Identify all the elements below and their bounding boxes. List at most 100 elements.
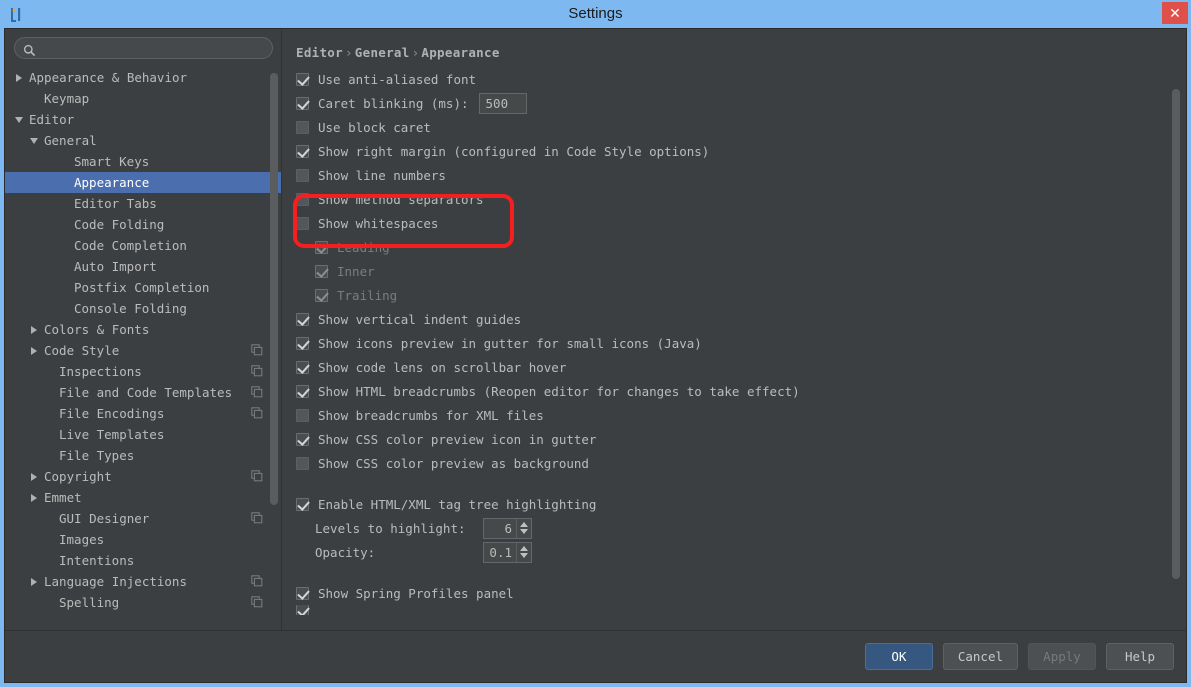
sidebar-item-images[interactable]: Images: [5, 529, 281, 550]
spinner-buttons[interactable]: [516, 519, 531, 538]
option-row-show-right-margin-configured-in-code-style-options[interactable]: Show right margin (configured in Code St…: [282, 139, 1186, 163]
sidebar-item-live-templates[interactable]: Live Templates: [5, 424, 281, 445]
cancel-button[interactable]: Cancel: [943, 643, 1018, 670]
option-row-leading[interactable]: Leading: [282, 235, 1186, 259]
option-row-inner[interactable]: Inner: [282, 259, 1186, 283]
sidebar-item-editor[interactable]: Editor: [5, 109, 281, 130]
option-row-show-html-breadcrumbs-reopen-editor-for-changes-to-take-effect[interactable]: Show HTML breadcrumbs (Reopen editor for…: [282, 379, 1186, 403]
sidebar-item-copyright[interactable]: Copyright: [5, 466, 281, 487]
checkbox[interactable]: [296, 409, 309, 422]
sidebar-item-file-encodings[interactable]: File Encodings: [5, 403, 281, 424]
sidebar-item-postfix-completion[interactable]: Postfix Completion: [5, 277, 281, 298]
content-scrollbar[interactable]: [1171, 79, 1181, 622]
option-row-use-block-caret[interactable]: Use block caret: [282, 115, 1186, 139]
spinner-up-icon[interactable]: [520, 522, 528, 527]
chevron-right-icon[interactable]: [29, 345, 41, 357]
option-row-clipped[interactable]: [282, 605, 1186, 615]
ok-button[interactable]: OK: [865, 643, 933, 670]
option-row-show-spring-profiles-panel[interactable]: Show Spring Profiles panel: [282, 581, 1186, 605]
spinner-levels-to-highlight[interactable]: 6: [483, 518, 532, 539]
sidebar-item-file-and-code-templates[interactable]: File and Code Templates: [5, 382, 281, 403]
spinner-buttons[interactable]: [516, 543, 531, 562]
copy-settings-icon[interactable]: [251, 365, 263, 377]
checkbox[interactable]: [296, 193, 309, 206]
copy-settings-icon[interactable]: [251, 575, 263, 587]
spinner-up-icon[interactable]: [520, 546, 528, 551]
checkbox[interactable]: [296, 587, 309, 600]
sidebar-item-code-style[interactable]: Code Style: [5, 340, 281, 361]
checkbox[interactable]: [296, 73, 309, 86]
sidebar-item-auto-import[interactable]: Auto Import: [5, 256, 281, 277]
close-icon[interactable]: ✕: [1162, 2, 1188, 24]
option-row-show-code-lens-on-scrollbar-hover[interactable]: Show code lens on scrollbar hover: [282, 355, 1186, 379]
copy-settings-icon[interactable]: [251, 407, 263, 419]
checkbox[interactable]: [296, 121, 309, 134]
option-row-caret-blinking-ms[interactable]: Caret blinking (ms):: [282, 91, 1186, 115]
option-row-show-method-separators[interactable]: Show method separators: [282, 187, 1186, 211]
search-box[interactable]: [14, 37, 273, 59]
spinner-value[interactable]: 0.1: [484, 543, 516, 562]
sidebar-item-gui-designer[interactable]: GUI Designer: [5, 508, 281, 529]
option-row-use-anti-aliased-font[interactable]: Use anti-aliased font: [282, 67, 1186, 91]
chevron-down-icon[interactable]: [29, 135, 41, 147]
sidebar-item-colors-fonts[interactable]: Colors & Fonts: [5, 319, 281, 340]
sidebar-item-code-folding[interactable]: Code Folding: [5, 214, 281, 235]
chevron-right-icon[interactable]: [14, 72, 26, 84]
sidebar-item-emmet[interactable]: Emmet: [5, 487, 281, 508]
checkbox[interactable]: [296, 145, 309, 158]
checkbox[interactable]: [296, 217, 309, 230]
option-row-show-icons-preview-in-gutter-for-small-icons-java[interactable]: Show icons preview in gutter for small i…: [282, 331, 1186, 355]
option-row-show-line-numbers[interactable]: Show line numbers: [282, 163, 1186, 187]
sidebar-item-inspections[interactable]: Inspections: [5, 361, 281, 382]
copy-settings-icon[interactable]: [251, 386, 263, 398]
content-scrollbar-thumb[interactable]: [1172, 89, 1180, 579]
help-button[interactable]: Help: [1106, 643, 1174, 670]
sidebar-item-appearance-behavior[interactable]: Appearance & Behavior: [5, 67, 281, 88]
checkbox[interactable]: [296, 433, 309, 446]
sidebar-item-language-injections[interactable]: Language Injections: [5, 571, 281, 592]
sidebar-item-file-types[interactable]: File Types: [5, 445, 281, 466]
checkbox[interactable]: [296, 361, 309, 374]
sidebar-item-spelling[interactable]: Spelling: [5, 592, 281, 613]
sidebar-item-editor-tabs[interactable]: Editor Tabs: [5, 193, 281, 214]
option-row-show-whitespaces[interactable]: Show whitespaces: [282, 211, 1186, 235]
option-row-trailing[interactable]: Trailing: [282, 283, 1186, 307]
spinner-down-icon[interactable]: [520, 553, 528, 558]
sidebar-item-appearance[interactable]: Appearance: [5, 172, 281, 193]
checkbox[interactable]: [296, 385, 309, 398]
chevron-right-icon[interactable]: [29, 492, 41, 504]
sidebar-item-general[interactable]: General: [5, 130, 281, 151]
sidebar-item-intentions[interactable]: Intentions: [5, 550, 281, 571]
spinner-opacity[interactable]: 0.1: [483, 542, 532, 563]
checkbox[interactable]: [296, 313, 309, 326]
checkbox[interactable]: [296, 337, 309, 350]
caret-blinking-input[interactable]: [479, 93, 527, 114]
sidebar-scrollbar[interactable]: [269, 65, 279, 630]
spinner-value[interactable]: 6: [484, 519, 516, 538]
checkbox[interactable]: [296, 605, 309, 615]
option-row-show-css-color-preview-as-background[interactable]: Show CSS color preview as background: [282, 451, 1186, 475]
chevron-right-icon[interactable]: [29, 576, 41, 588]
sidebar-item-code-completion[interactable]: Code Completion: [5, 235, 281, 256]
chevron-right-icon[interactable]: [29, 324, 41, 336]
sidebar-item-smart-keys[interactable]: Smart Keys: [5, 151, 281, 172]
checkbox[interactable]: [296, 169, 309, 182]
sidebar-scrollbar-thumb[interactable]: [270, 73, 278, 505]
copy-settings-icon[interactable]: [251, 596, 263, 608]
copy-settings-icon[interactable]: [251, 512, 263, 524]
option-row-enable-html-xml-tag-tree-highlighting[interactable]: Enable HTML/XML tag tree highlighting: [282, 492, 1186, 516]
option-row-show-breadcrumbs-for-xml-files[interactable]: Show breadcrumbs for XML files: [282, 403, 1186, 427]
option-row-show-vertical-indent-guides[interactable]: Show vertical indent guides: [282, 307, 1186, 331]
search-input[interactable]: [36, 39, 272, 57]
checkbox[interactable]: [296, 97, 309, 110]
option-row-show-css-color-preview-icon-in-gutter[interactable]: Show CSS color preview icon in gutter: [282, 427, 1186, 451]
chevron-down-icon[interactable]: [14, 114, 26, 126]
copy-settings-icon[interactable]: [251, 344, 263, 356]
spinner-down-icon[interactable]: [520, 529, 528, 534]
sidebar-item-keymap[interactable]: Keymap: [5, 88, 281, 109]
checkbox[interactable]: [296, 457, 309, 470]
checkbox[interactable]: [296, 498, 309, 511]
sidebar-item-console-folding[interactable]: Console Folding: [5, 298, 281, 319]
chevron-right-icon[interactable]: [29, 471, 41, 483]
copy-settings-icon[interactable]: [251, 470, 263, 482]
